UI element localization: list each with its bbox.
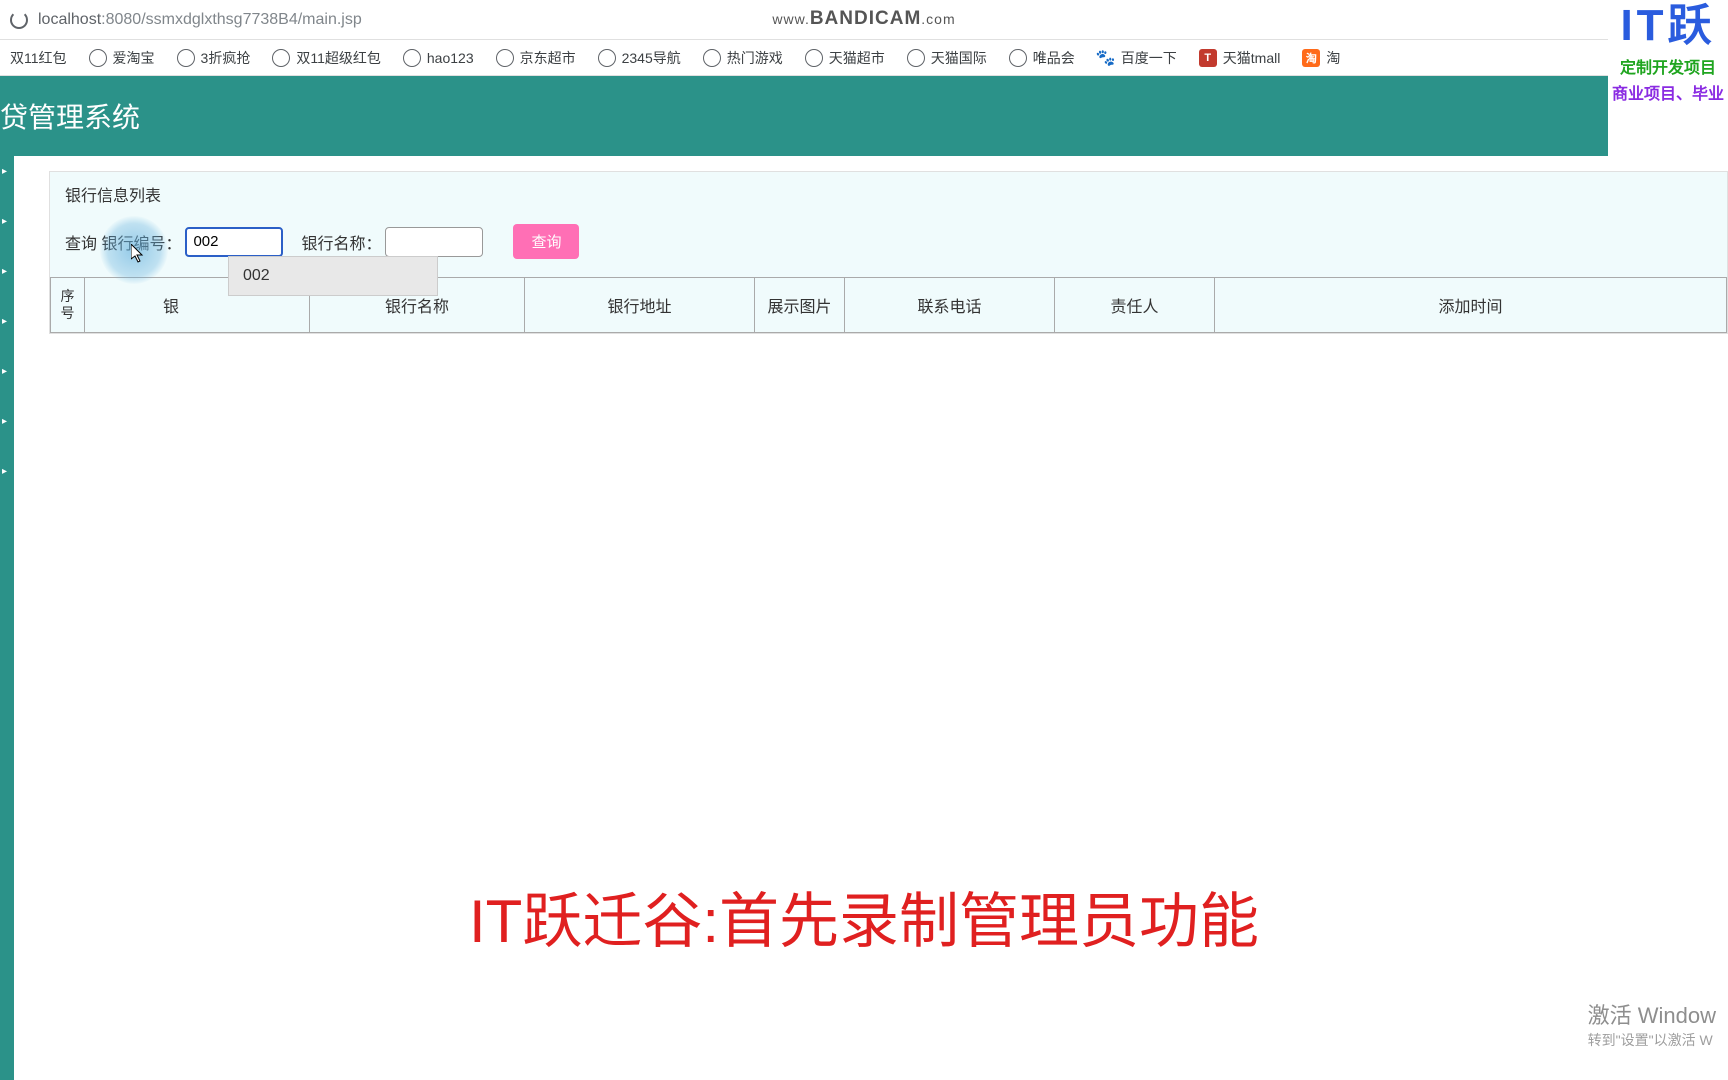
chevron-right-icon[interactable]: ▸: [2, 366, 7, 377]
bookmark-item[interactable]: 2345导航: [598, 48, 681, 68]
globe-icon: [177, 49, 195, 67]
bookmark-item[interactable]: 淘淘: [1302, 48, 1340, 68]
globe-icon: [403, 49, 421, 67]
bookmark-item[interactable]: 爱淘宝: [89, 48, 155, 68]
col-person: 责任人: [1055, 278, 1215, 333]
app-header: 贷管理系统 当前用户：admin: [0, 76, 1728, 156]
bank-no-label: 查询 银行编号：: [65, 230, 181, 254]
autocomplete-item[interactable]: 002: [229, 257, 437, 295]
activation-line1: 激活 Window: [1588, 998, 1716, 1030]
windows-activation-notice: 激活 Window 转到"设置"以激活 W: [1588, 998, 1716, 1050]
chevron-right-icon[interactable]: ▸: [2, 166, 7, 177]
video-caption: IT跃迁谷:首先录制管理员功能: [469, 873, 1259, 960]
bank-info-panel: 银行信息列表 查询 银行编号： 银行名称： 查询 002 序号 银 银行名称 银…: [49, 171, 1728, 334]
taobao-icon: 淘: [1302, 49, 1320, 67]
sidebar: ▸ ▸ ▸ ▸ ▸ ▸ ▸: [0, 156, 14, 1080]
globe-icon: [496, 49, 514, 67]
bookmark-item[interactable]: 天猫国际: [907, 48, 987, 68]
bookmark-item[interactable]: 唯品会: [1009, 48, 1075, 68]
chevron-right-icon[interactable]: ▸: [2, 216, 7, 227]
tmall-icon: T: [1199, 49, 1217, 67]
col-image: 展示图片: [755, 278, 845, 333]
col-seq: 序号: [51, 278, 85, 333]
globe-icon: [1009, 49, 1027, 67]
logo-overlay: IT跃 定制开发项目 商业项目、毕业: [1608, 0, 1728, 156]
url-text[interactable]: localhost:8080/ssmxdglxthsg7738B4/main.j…: [38, 11, 362, 29]
bookmark-item[interactable]: 京东超市: [496, 48, 576, 68]
bookmark-item[interactable]: 天猫超市: [805, 48, 885, 68]
chevron-right-icon[interactable]: ▸: [2, 466, 7, 477]
bookmarks-bar: 双11红包 爱淘宝 3折疯抢 双11超级红包 hao123 京东超市 2345导…: [0, 40, 1728, 76]
globe-icon: [907, 49, 925, 67]
bookmark-item[interactable]: 热门游戏: [703, 48, 783, 68]
panel-title: 银行信息列表: [50, 172, 1727, 216]
globe-icon: [703, 49, 721, 67]
logo-text: IT跃: [1608, 4, 1728, 48]
globe-icon: [805, 49, 823, 67]
bookmark-item[interactable]: 双11超级红包: [272, 48, 381, 68]
autocomplete-dropdown: 002: [228, 256, 438, 296]
activation-line2: 转到"设置"以激活 W: [1588, 1030, 1716, 1050]
chevron-right-icon[interactable]: ▸: [2, 316, 7, 327]
search-row: 查询 银行编号： 银行名称： 查询 002: [50, 216, 1727, 277]
bank-name-input[interactable]: [385, 227, 483, 257]
bookmark-item[interactable]: 双11红包: [10, 48, 67, 68]
search-button[interactable]: 查询: [513, 224, 579, 259]
col-phone: 联系电话: [845, 278, 1055, 333]
chevron-right-icon[interactable]: ▸: [2, 416, 7, 427]
bookmark-item[interactable]: hao123: [403, 49, 474, 67]
baidu-icon: 🐾: [1097, 49, 1115, 67]
globe-icon: [598, 49, 616, 67]
bank-name-label: 银行名称：: [301, 230, 381, 254]
chevron-right-icon[interactable]: ▸: [2, 266, 7, 277]
bandicam-watermark: www.BANDICAM.com: [772, 8, 955, 30]
reload-icon[interactable]: [10, 11, 28, 29]
bank-no-input[interactable]: [185, 227, 283, 257]
globe-icon: [272, 49, 290, 67]
globe-icon: [89, 49, 107, 67]
logo-subtitle-2: 商业项目、毕业: [1608, 80, 1728, 104]
bookmark-item[interactable]: 🐾百度一下: [1097, 48, 1177, 68]
app-title: 贷管理系统: [0, 96, 140, 136]
bookmark-item[interactable]: 3折疯抢: [177, 48, 251, 68]
col-bank-addr: 银行地址: [525, 278, 755, 333]
col-add-time: 添加时间: [1215, 278, 1727, 333]
bookmark-item[interactable]: T天猫tmall: [1199, 48, 1281, 68]
logo-subtitle-1: 定制开发项目: [1608, 54, 1728, 78]
